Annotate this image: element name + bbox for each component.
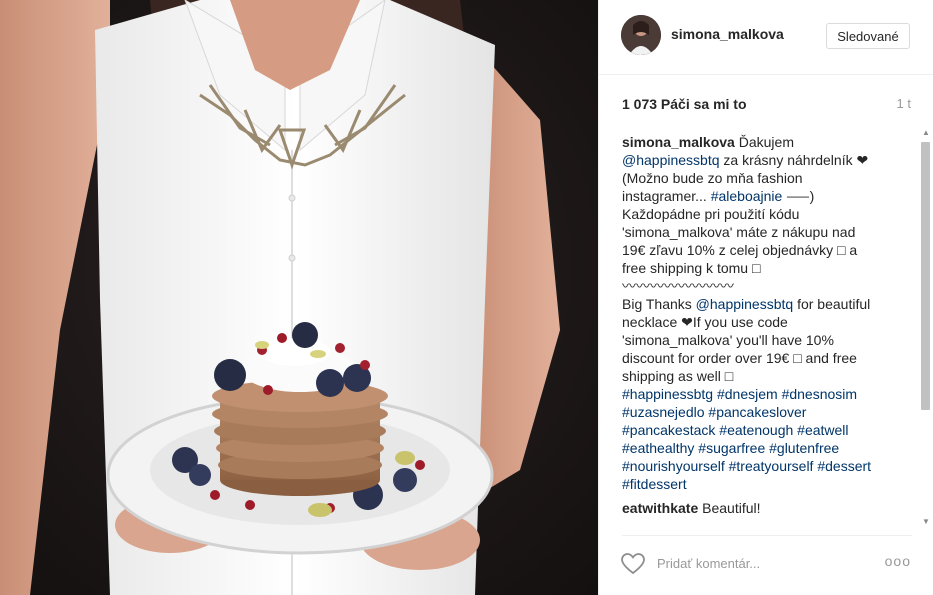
hashtag-link[interactable]: #sugarfree	[698, 440, 765, 456]
hashtag-link[interactable]: #uzasnejedlo	[622, 404, 705, 420]
comment-author[interactable]: eatwithkate	[622, 500, 698, 516]
hashtag-link[interactable]: #dnesnosim	[782, 386, 858, 402]
caption-line: instagramer... #aleboajnie ⸺)	[622, 187, 914, 205]
mention-link[interactable]: @happinessbtq	[696, 296, 794, 312]
hashtag-link[interactable]: #eatenough	[719, 422, 793, 438]
mention-link[interactable]: @happinessbtq	[622, 152, 720, 168]
follow-button[interactable]: Sledované	[826, 23, 910, 49]
caption-line: simona_malkova Ďakujem	[622, 133, 914, 151]
caption-comment: simona_malkova Ďakujem @happinessbtq za …	[622, 133, 914, 493]
caption-text: ⸺)	[782, 188, 815, 204]
hashtag-link[interactable]: #nourishyourself	[622, 458, 725, 474]
caption-line: free shipping k tomu □	[622, 260, 761, 276]
hashtag-row: #fitdessert	[622, 475, 914, 493]
hashtag-link[interactable]: #dnesjem	[717, 386, 778, 402]
hashtag-link[interactable]: #dessert	[817, 458, 871, 474]
ellipsis-icon[interactable]: ooo	[885, 553, 911, 569]
hashtag-link[interactable]: #eathealthy	[622, 440, 694, 456]
caption-line: Big Thanks @happinessbtq for beautiful	[622, 295, 914, 313]
caption-line: 19€ zľavu 10% z celej objednávky □ a	[622, 242, 858, 258]
divider	[622, 535, 912, 536]
hashtag-row: #happinessbtg #dnesjem #dnesnosim	[622, 385, 914, 403]
likes-count[interactable]: 1 073 Páči sa mi to	[622, 96, 747, 112]
hashtag-link[interactable]: #pancakeslover	[708, 404, 806, 420]
instagram-post-modal: simona_malkova Sledované 1 073 Páči sa m…	[0, 0, 933, 595]
caption-line: (Možno bude zo mňa fashion	[622, 170, 803, 186]
caption-text: instagramer...	[622, 188, 711, 204]
hashtag-row: #pancakestack #eatenough #eatwell	[622, 421, 914, 439]
caption-text: for beautiful	[793, 296, 871, 312]
avatar-image	[621, 15, 661, 55]
hashtag-row: #eathealthy #sugarfree #glutenfree	[622, 439, 914, 457]
caption-line: @happinessbtq za krásny náhrdelník ❤	[622, 151, 914, 169]
comments-scrollbar[interactable]: ▲ ▼	[919, 128, 932, 526]
hashtag-row: #uzasnejedlo #pancakeslover	[622, 403, 914, 421]
post-time[interactable]: 1 t	[897, 96, 911, 111]
hashtag-link[interactable]: #pancakestack	[622, 422, 715, 438]
heart-outline-icon[interactable]	[621, 553, 645, 575]
comments-list[interactable]: simona_malkova Ďakujem @happinessbtq za …	[622, 133, 914, 526]
post-header: simona_malkova Sledované	[599, 0, 933, 75]
caption-line: necklace ❤If you use code	[622, 314, 788, 330]
scroll-thumb[interactable]	[921, 142, 930, 410]
post-username[interactable]: simona_malkova	[671, 26, 784, 42]
scroll-up-arrow-icon[interactable]: ▲	[922, 128, 930, 137]
scroll-down-arrow-icon[interactable]: ▼	[922, 517, 930, 526]
caption-line: Každopádne pri použití kódu	[622, 206, 800, 222]
caption-line: discount for order over 19€ □ and free	[622, 350, 857, 366]
photo-illustration	[0, 0, 598, 595]
avatar[interactable]	[621, 15, 661, 55]
caption-text: Ďakujem	[734, 134, 794, 150]
hashtag-link[interactable]: #aleboajnie	[711, 188, 783, 204]
hashtag-link[interactable]: #happinessbtg	[622, 386, 713, 402]
comment-text: Beautiful!	[698, 500, 761, 516]
comment-input[interactable]	[657, 556, 857, 571]
caption-text: Big Thanks	[622, 296, 696, 312]
hashtag-link[interactable]: #fitdessert	[622, 476, 687, 492]
post-side-panel: simona_malkova Sledované 1 073 Páči sa m…	[598, 0, 933, 595]
caption-line: 'simona_malkova' máte z nákupu nad	[622, 224, 856, 240]
comment-item: eatwithkate Beautiful!	[622, 499, 914, 517]
caption-text: za krásny náhrdelník ❤	[719, 152, 869, 168]
post-photo[interactable]	[0, 0, 598, 595]
caption-author[interactable]: simona_malkova	[622, 134, 735, 150]
caption-line: 〰〰〰〰〰〰〰〰	[622, 278, 734, 294]
caption-line: shipping as well □	[622, 368, 734, 384]
hashtag-link[interactable]: #glutenfree	[769, 440, 839, 456]
hashtag-link[interactable]: #eatwell	[797, 422, 848, 438]
caption-line: 'simona_malkova' you'll have 10%	[622, 332, 834, 348]
hashtag-link[interactable]: #treatyourself	[729, 458, 814, 474]
hashtag-row: #nourishyourself #treatyourself #dessert	[622, 457, 914, 475]
